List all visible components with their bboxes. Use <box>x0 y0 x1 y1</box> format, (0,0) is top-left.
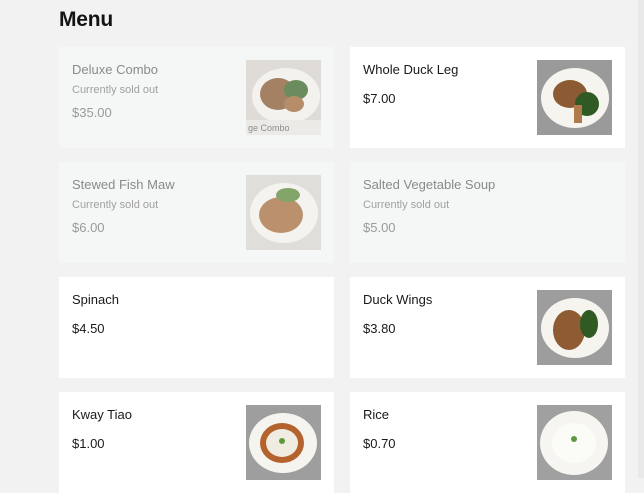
sold-out-status: Currently sold out <box>72 199 159 211</box>
scrollbar-edge[interactable] <box>638 0 644 478</box>
menu-item-salted-vegetable-soup[interactable]: Salted Vegetable Soup Currently sold out… <box>350 162 625 263</box>
page-title: Menu <box>59 8 114 31</box>
menu-item-spinach[interactable]: Spinach $4.50 <box>59 277 334 378</box>
item-price: $6.00 <box>72 220 105 235</box>
item-price: $35.00 <box>72 105 112 120</box>
item-photo <box>537 290 612 365</box>
item-name: Deluxe Combo <box>72 62 158 77</box>
item-photo <box>537 405 612 480</box>
sold-out-status: Currently sold out <box>363 199 450 211</box>
item-price: $3.80 <box>363 321 396 336</box>
menu-item-deluxe-combo[interactable]: Deluxe Combo Currently sold out $35.00 g… <box>59 47 334 148</box>
item-name: Salted Vegetable Soup <box>363 177 496 192</box>
item-price: $4.50 <box>72 321 105 336</box>
menu-item-duck-wings[interactable]: Duck Wings $3.80 <box>350 277 625 378</box>
item-photo <box>537 60 612 135</box>
sold-out-status: Currently sold out <box>72 84 159 96</box>
item-photo: ge Combo <box>246 60 321 135</box>
item-price: $5.00 <box>363 220 396 235</box>
item-name: Kway Tiao <box>72 407 132 422</box>
image-caption: ge Combo <box>248 123 290 133</box>
menu-item-stewed-fish-maw[interactable]: Stewed Fish Maw Currently sold out $6.00 <box>59 162 334 263</box>
item-photo <box>246 175 321 250</box>
item-name: Duck Wings <box>363 292 433 307</box>
item-name: Stewed Fish Maw <box>72 177 175 192</box>
menu-grid: Deluxe Combo Currently sold out $35.00 g… <box>59 47 625 493</box>
item-name: Spinach <box>72 292 119 307</box>
item-name: Whole Duck Leg <box>363 62 459 77</box>
item-price: $0.70 <box>363 436 396 451</box>
item-price: $7.00 <box>363 91 396 106</box>
item-photo <box>246 405 321 480</box>
item-name: Rice <box>363 407 390 422</box>
menu-item-whole-duck-leg[interactable]: Whole Duck Leg $7.00 <box>350 47 625 148</box>
item-price: $1.00 <box>72 436 105 451</box>
